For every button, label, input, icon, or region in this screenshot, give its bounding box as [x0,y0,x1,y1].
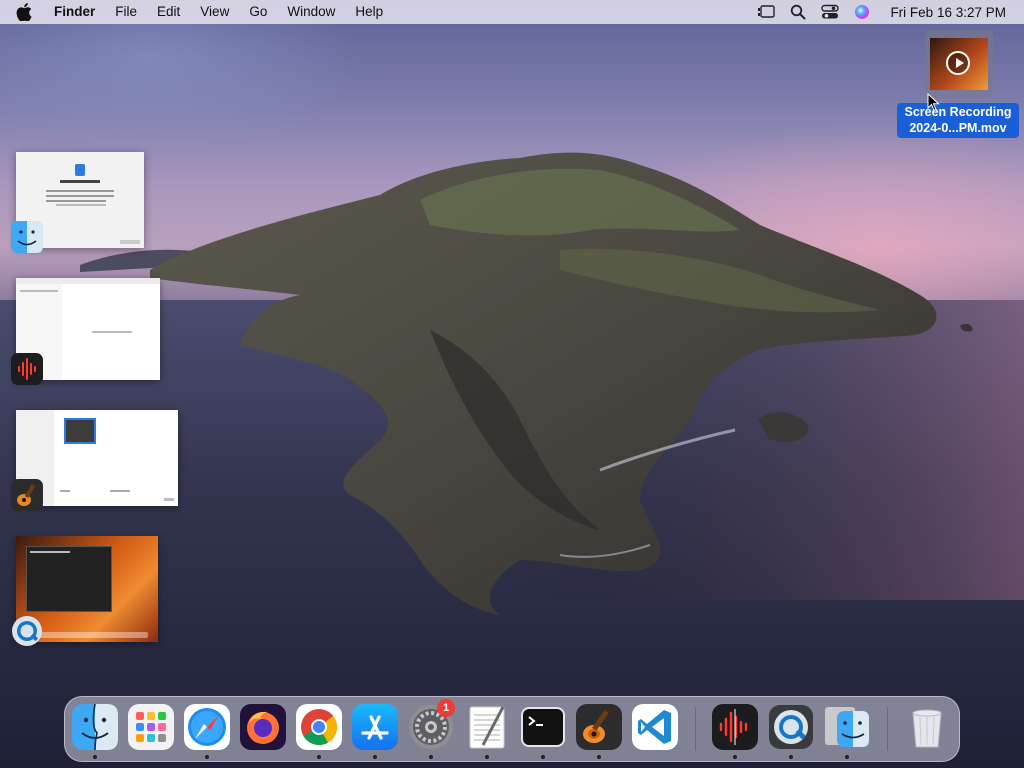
dock-running-indicator [317,755,321,759]
window-text-thumb [60,490,70,492]
menu-edit[interactable]: Edit [147,0,190,24]
dock-running-indicator [597,755,601,759]
dock-voice-memos-icon[interactable] [711,703,759,751]
dock-trash-icon[interactable] [903,703,951,751]
dock-running-indicator [485,755,489,759]
play-icon [946,51,970,75]
dock-textedit-icon[interactable] [463,703,511,751]
dock-finder-icon[interactable] [71,703,119,751]
dock-launchpad-icon[interactable] [127,703,175,751]
window-text-thumb [30,551,70,553]
dock-garageband-icon[interactable] [575,703,623,751]
window-button-thumb [120,240,140,244]
dock-running-indicator [541,755,545,759]
dock-firefox-icon[interactable] [239,703,287,751]
dock-running-indicator [733,755,737,759]
window-text-thumb [20,290,58,292]
file-name-line-2: 2024-0...PM.mov [909,121,1007,135]
dock-running-indicator [845,755,849,759]
window-text-thumb [46,200,106,202]
dock-running-indicator [789,755,793,759]
terminal-window-thumb [26,546,112,612]
file-name-line-1: Screen Recording [904,105,1012,119]
quicktime-icon[interactable] [10,614,44,648]
dock-quicktime-icon[interactable] [767,703,815,751]
menu-clock[interactable]: Fri Feb 16 3:27 PM [890,5,1006,20]
window-text-thumb [46,190,114,192]
finder-icon[interactable] [10,220,44,254]
garageband-icon[interactable] [10,478,44,512]
dock-running-indicator [429,755,433,759]
dock-running-indicator [205,755,209,759]
dock-running-indicator [373,755,377,759]
window-text-thumb [46,195,114,197]
dock-separator [887,707,888,751]
window-button-thumb [164,498,174,501]
menu-view[interactable]: View [190,0,239,24]
dock-app-store-icon[interactable] [351,703,399,751]
migration-assistant-icon [75,164,85,176]
window-text-thumb [92,331,132,333]
video-file-icon[interactable] [925,30,993,98]
window-title-thumb [60,180,100,183]
dock-separator [695,707,696,751]
desktop-wallpaper [0,0,1024,768]
menu-go[interactable]: Go [239,0,277,24]
menu-window[interactable]: Window [277,0,345,24]
mouse-cursor-icon [927,93,940,112]
menu-app-name[interactable]: Finder [50,0,105,24]
notification-badge: 1 [437,699,455,717]
dock: 1 [64,696,960,762]
stage-manager-icon[interactable] [755,2,777,22]
mini-dock-thumb [38,632,148,638]
voice-memos-icon[interactable] [10,352,44,386]
dock-safari-icon[interactable] [183,703,231,751]
dock-terminal-icon[interactable] [519,703,567,751]
menu-help[interactable]: Help [345,0,393,24]
dock-finder-document-icon[interactable] [823,703,871,751]
dock-system-settings-icon[interactable]: 1 [407,699,455,751]
dock-chrome-icon[interactable] [295,703,343,751]
apple-menu-icon[interactable] [16,2,36,22]
control-center-icon[interactable] [819,2,841,22]
window-text-thumb [56,204,106,206]
file-name-label[interactable]: Screen Recording 2024-0...PM.mov [897,103,1019,138]
menu-file[interactable]: File [105,0,147,24]
menu-bar: Finder File Edit View Go Window Help Fri… [0,0,1024,24]
spotlight-search-icon[interactable] [787,2,809,22]
dock-vscode-icon[interactable] [631,703,679,751]
dock-running-indicator [93,755,97,759]
siri-icon[interactable] [851,2,873,22]
project-template-icon [64,418,96,444]
window-text-thumb [110,490,130,492]
